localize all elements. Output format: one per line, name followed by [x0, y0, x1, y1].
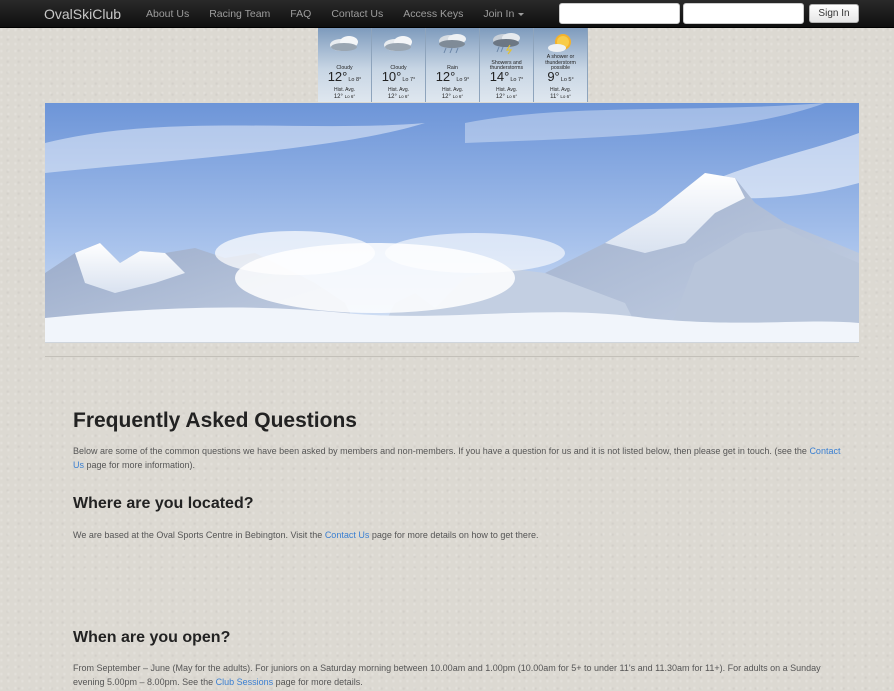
answer-opening-end: page for more details. — [273, 677, 363, 687]
thunderstorm-icon — [493, 33, 520, 55]
snowy-mountains-image — [45, 103, 859, 342]
forecast-high: 12° — [327, 69, 348, 84]
forecast-low: Lo 5° — [560, 77, 574, 83]
faq-intro-end: page for more information). — [84, 460, 196, 470]
historical-high: 12° — [333, 94, 343, 100]
nav-about-us[interactable]: About Us — [136, 0, 199, 28]
historical-low: Lo 6° — [452, 94, 464, 99]
nav-faq[interactable]: FAQ — [280, 0, 321, 28]
faq-intro: Below are some of the common questions w… — [73, 444, 843, 472]
nav-links: About Us Racing Team FAQ Contact Us Acce… — [136, 0, 534, 28]
question-opening-times: When are you open? — [73, 629, 231, 646]
username-input[interactable] — [559, 3, 680, 24]
historical-low: Lo 6° — [506, 94, 518, 99]
forecast-low: Lo 7° — [510, 77, 524, 83]
forecast-day: Showers and thunderstorms 14°Lo 7° Hist.… — [480, 28, 533, 102]
cloudy-icon — [384, 36, 412, 51]
answer-location: We are based at the Oval Sports Centre i… — [73, 528, 843, 542]
nav-join-in-dropdown[interactable]: Join In — [473, 0, 534, 28]
answer-location-end: page for more details on how to get ther… — [369, 530, 539, 540]
sign-in-button[interactable]: Sign In — [809, 4, 859, 23]
caret-down-icon — [518, 12, 525, 16]
forecast-high: 12° — [435, 69, 456, 84]
hero-mountain-banner — [45, 103, 859, 343]
top-navbar: OvalSkiClub About Us Racing Team FAQ Con… — [0, 0, 894, 28]
answer-location-text: We are based at the Oval Sports Centre i… — [73, 530, 325, 540]
contact-us-link[interactable]: Contact Us — [325, 530, 370, 540]
historical-low: Lo 6° — [344, 94, 356, 99]
historical-high: 11° — [550, 94, 559, 100]
forecast-low: Lo 8° — [348, 77, 362, 83]
forecast-high: 10° — [381, 69, 402, 84]
sun-shower-icon — [548, 34, 571, 52]
question-location: Where are you located? — [73, 495, 254, 512]
nav-contact-us[interactable]: Contact Us — [321, 0, 393, 28]
answer-opening-text: From September – June (May for the adult… — [73, 663, 821, 687]
forecast-day: Cloudy 12°Lo 8° Hist. Avg. 12° Lo 6° — [318, 28, 371, 102]
rain-icon — [439, 34, 466, 54]
nav-racing-team[interactable]: Racing Team — [199, 0, 280, 28]
forecast-high: 9° — [547, 69, 560, 84]
historical-high: 12° — [441, 94, 451, 100]
cloudy-icon — [330, 36, 358, 51]
forecast-low: Lo 9° — [456, 77, 470, 83]
faq-intro-text: Below are some of the common questions w… — [73, 446, 810, 456]
club-sessions-link[interactable]: Club Sessions — [216, 677, 274, 687]
page-title: Frequently Asked Questions — [73, 409, 357, 432]
faq-content: Frequently Asked Questions Below are som… — [73, 405, 843, 687]
historical-high: 12° — [387, 94, 397, 100]
historical-low: Lo 6° — [398, 94, 410, 99]
brand-logo[interactable]: OvalSkiClub — [44, 0, 121, 28]
join-in-label: Join In — [483, 8, 515, 20]
section-divider — [45, 356, 859, 357]
forecast-low: Lo 7° — [402, 77, 416, 83]
historical-low: Lo 6° — [560, 94, 571, 99]
historical-high: 12° — [495, 94, 505, 100]
weather-forecast-widget: Cloudy 12°Lo 8° Hist. Avg. 12° Lo 6° Clo… — [318, 28, 588, 102]
forecast-day: Rain 12°Lo 9° Hist. Avg. 12° Lo 6° — [426, 28, 479, 102]
password-input[interactable] — [683, 3, 804, 24]
nav-access-keys[interactable]: Access Keys — [393, 0, 473, 28]
answer-opening-times: From September – June (May for the adult… — [73, 661, 843, 689]
forecast-day: Cloudy 10°Lo 7° Hist. Avg. 12° Lo 6° — [372, 28, 425, 102]
forecast-high: 14° — [489, 69, 510, 84]
forecast-day: A shower or thunderstorm possible 9°Lo 5… — [534, 28, 587, 102]
